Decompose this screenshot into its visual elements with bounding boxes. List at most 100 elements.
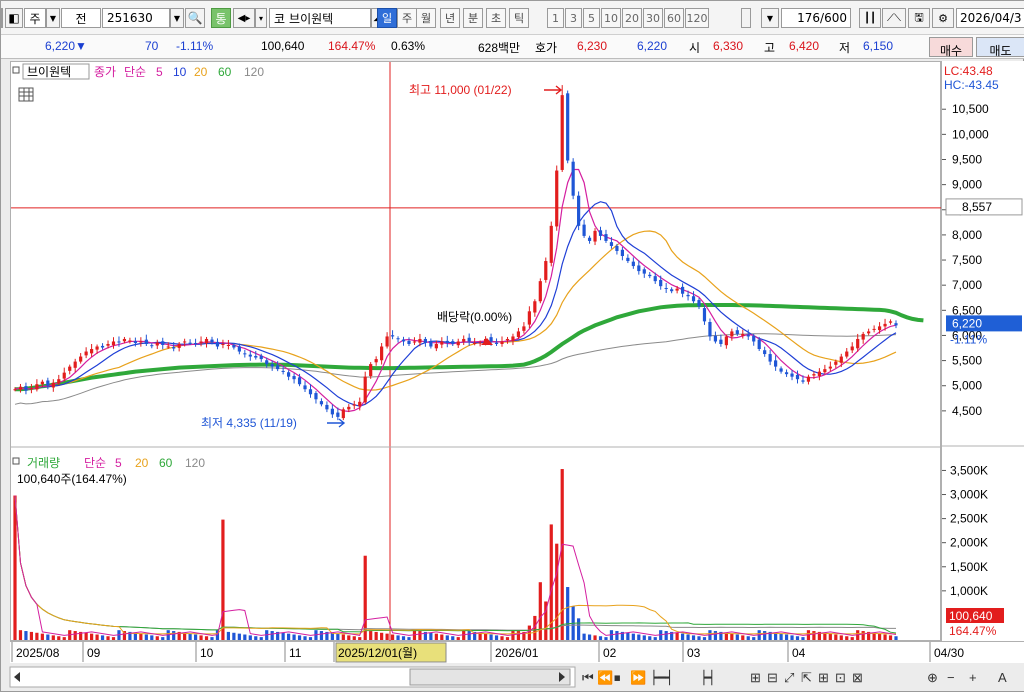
date-label: 2026/01	[495, 646, 539, 660]
price-tick-label: 7,500	[952, 253, 982, 267]
market-dropdown-icon[interactable]: ▼	[46, 8, 60, 28]
volume-bar	[243, 634, 247, 640]
candle	[779, 366, 783, 374]
candle-body	[57, 379, 61, 384]
volume-bar	[801, 637, 805, 640]
candle	[527, 306, 531, 329]
candle-body	[330, 408, 334, 415]
period-tab-3[interactable]: 년	[440, 8, 460, 28]
interval-tab-60[interactable]: 60	[664, 8, 684, 28]
volume-bar	[440, 634, 444, 640]
price-volume-chart[interactable]: 브이원텍 종가 단순 5 10 20 60 120최고 11,000 (01/22)최저 4,…	[11, 62, 942, 642]
volume-bar	[741, 635, 745, 640]
period-tab-6[interactable]: 틱	[509, 8, 529, 28]
market-select[interactable]: 주	[24, 8, 46, 28]
settings-gear-icon[interactable]: ⚙	[932, 8, 954, 28]
date-value: 2026/04/3	[960, 11, 1022, 25]
code-input[interactable]: 251630	[102, 8, 170, 28]
candle-body	[177, 343, 181, 348]
line-tool-icon[interactable]: ⟋⟍	[882, 8, 906, 28]
candle-body	[659, 279, 663, 287]
vol-legend-period-5: 5	[115, 456, 122, 470]
price-tick-label: 6,500	[952, 303, 982, 317]
candle-body	[702, 308, 707, 322]
volume-bar	[62, 637, 66, 640]
candle	[363, 371, 367, 405]
candle-body	[385, 336, 389, 347]
volume-bar	[489, 634, 493, 640]
collapse-icon: ⊟	[767, 670, 778, 685]
candle-body	[587, 237, 592, 241]
zoom-out-icon: −	[947, 670, 955, 685]
scrollbar-svg[interactable]: ⏮ ⏪ ⏹ ⏩ ┝━┥ ┝┥ ⊞ ⊟ ⤢ ⇱ ⊞ ⊡ ⊠ ⊕ − + A	[9, 663, 1024, 691]
period-tab-4[interactable]: 분	[463, 8, 483, 28]
prev-button[interactable]: 전	[61, 8, 101, 28]
spacer-icon	[741, 8, 751, 28]
chart-plot-area[interactable]: 브이원텍 종가 단순 5 10 20 60 120 최고 11,000 (01/22) 최저 4,…	[10, 61, 942, 642]
tong-button[interactable]: 통	[211, 8, 231, 28]
count-dropdown-icon[interactable]: ▼	[761, 8, 779, 28]
volume-value: 100,640	[261, 39, 305, 53]
interval-tab-10[interactable]: 10	[601, 8, 621, 28]
sound-icon[interactable]: ◀︎▸	[233, 8, 255, 28]
date-label: 11	[289, 646, 302, 660]
chart-window: ◧ 주 ▼ 전 251630 ▼ 🔍 통 ◀︎▸ ▾ 코 브이원텍 ◢ ▼ 17…	[0, 0, 1024, 692]
count-value: 176	[797, 11, 821, 25]
candle-body	[226, 344, 231, 346]
volume-bar	[516, 631, 521, 640]
volume-bar	[232, 632, 236, 640]
candle-type-icon[interactable]: ┃┃	[859, 8, 881, 28]
volume-bar	[883, 634, 887, 640]
volume-bar	[828, 633, 832, 640]
candle	[817, 368, 821, 381]
period-tab-1[interactable]: 주	[397, 8, 417, 28]
interval-tab-20[interactable]: 20	[622, 8, 642, 28]
candle-body	[281, 370, 285, 372]
stock-name-field[interactable]: 코 브이원텍	[269, 8, 371, 28]
search-icon[interactable]: 🔍	[185, 8, 205, 28]
period-tab-2[interactable]: 월	[416, 8, 436, 28]
volume-bar	[888, 635, 893, 640]
date-field[interactable]: 2026/04/3	[956, 8, 1024, 28]
candle-body	[232, 344, 236, 348]
interval-tab-30[interactable]: 30	[643, 8, 663, 28]
interval-tab-3[interactable]: 3	[565, 8, 582, 28]
candle	[566, 90, 570, 164]
candle-body	[795, 374, 800, 380]
interval-tab-5[interactable]: 5	[583, 8, 600, 28]
chart-scrollbar[interactable]: ⏮ ⏪ ⏹ ⏩ ┝━┥ ┝┥ ⊞ ⊟ ⤢ ⇱ ⊞ ⊡ ⊠ ⊕ − + A	[9, 663, 1024, 691]
candle-body	[730, 331, 734, 337]
volume-bar	[308, 637, 313, 640]
period-tab-5[interactable]: 초	[486, 8, 506, 28]
save-icon[interactable]: 🖫	[908, 8, 930, 28]
volume-bar	[598, 636, 603, 640]
candle-body	[440, 341, 444, 345]
volume-bar	[587, 634, 592, 640]
candle	[29, 383, 34, 394]
scroll-thumb	[409, 668, 571, 686]
candle	[774, 355, 778, 371]
volume-bar	[861, 631, 865, 640]
volume-bar	[445, 635, 449, 640]
volume-bar	[24, 631, 28, 640]
volume-bar	[139, 633, 143, 640]
annotation-high-arrow	[544, 85, 563, 95]
sound-dropdown-icon[interactable]: ▾	[255, 8, 267, 28]
volume-bar	[615, 631, 619, 640]
price-tick-label: 4,500	[952, 404, 982, 418]
candle-body	[150, 345, 154, 347]
count-field[interactable]: 176/600	[781, 8, 851, 28]
window-menu-icon[interactable]: ◧	[5, 8, 23, 28]
candle	[587, 235, 592, 244]
candle-body	[500, 341, 504, 344]
sell-button[interactable]: 매도	[976, 37, 1024, 58]
legend-stock-name: 브이원텍	[27, 65, 71, 79]
buy-button[interactable]: 매수	[929, 37, 973, 58]
code-dropdown-icon[interactable]: ▼	[170, 8, 184, 28]
candle	[440, 337, 444, 349]
period-tab-0[interactable]: 일	[377, 8, 397, 28]
candle-body	[784, 372, 789, 375]
interval-tab-1[interactable]: 1	[547, 8, 564, 28]
interval-tab-120[interactable]: 120	[685, 8, 709, 28]
volume-bar	[221, 519, 225, 640]
